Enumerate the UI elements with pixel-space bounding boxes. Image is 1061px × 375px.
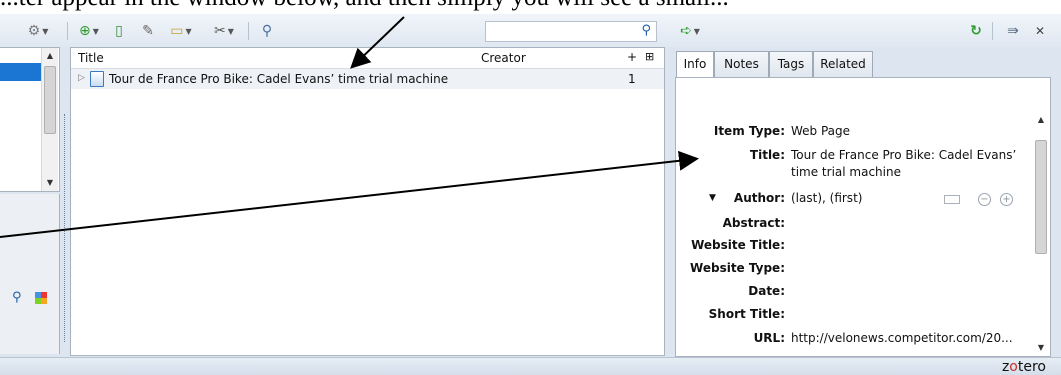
zotero-logo: zotero [1001,359,1046,375]
tag-selector-pane: ⚲ [0,194,60,354]
add-by-identifier-icon[interactable]: ✎ [138,22,158,40]
item-type-value[interactable]: Web Page [791,124,850,138]
table-row[interactable]: ▷ Tour de France Pro Bike: Cadel Evans’ … [71,69,664,89]
title-label: Title: [749,148,785,162]
info-scrollbar[interactable]: ▲ ▼ [1033,112,1050,356]
scroll-thumb[interactable] [44,66,56,134]
advanced-search-icon[interactable]: ⚲ [258,22,276,40]
author-twisty-icon[interactable]: ▼ [709,193,716,203]
date-label[interactable]: Date: [748,284,785,298]
info-panel: Item Type: Web Page Title: Tour de Franc… [675,77,1051,357]
title-value-line1[interactable]: Tour de France Pro Bike: Cadel Evans’ [791,148,1016,162]
search-icon: ⚲ [641,23,651,38]
title-value-line2[interactable]: time trial machine [791,165,901,179]
scroll-down-arrow[interactable]: ▼ [1033,340,1049,356]
tab-info[interactable]: Info [676,51,714,78]
toolbar-separator [992,22,993,40]
toolbar-separator [248,22,249,40]
collections-pane: ▲ ▼ [0,47,60,192]
item-type-label: Item Type: [713,124,785,138]
new-item-icon[interactable]: ▯ [110,22,128,40]
close-icon[interactable]: ✕ [1033,22,1047,40]
scroll-down-arrow[interactable]: ▼ [42,175,58,191]
scroll-up-arrow[interactable]: ▲ [1033,112,1049,128]
tab-notes[interactable]: Notes [714,51,769,77]
expand-twisty-icon[interactable]: ▷ [78,73,85,83]
toolbar-separator [67,22,68,40]
item-pane: Info Notes Tags Related Item Type: Web P… [670,47,1061,357]
left-splitter[interactable] [64,114,65,342]
new-note-icon[interactable]: ▭ ▼ [166,22,196,40]
document-caption: ...ter appear in the window below, and t… [0,0,1061,15]
add-creator-icon[interactable]: + [1000,193,1013,206]
url-value[interactable]: http://velonews.competitor.com/20... [791,331,1013,345]
item-attachment-count: 1 [628,72,636,86]
gear-icon[interactable]: ⚙ ▼ [24,22,52,40]
scroll-thumb[interactable] [1035,140,1047,254]
field-mode-switch-icon[interactable] [944,195,960,204]
zotero-pane: ⚙ ▼ ⊕ ▼ ▯ ✎ ▭ ▼ ✂ ▼ ⚲ ⚲ ➪ ▼ ↻ ⇛ ✕ ▲ ▼ ⚲ Title [0,14,1061,375]
web-page-icon [90,71,104,87]
toolbar: ⚙ ▼ ⊕ ▼ ▯ ✎ ▭ ▼ ✂ ▼ ⚲ ⚲ ➪ ▼ ↻ ⇛ ✕ [0,14,1061,47]
remove-creator-icon[interactable]: − [978,193,991,206]
tag-colors-icon[interactable] [35,292,47,304]
website-title-label[interactable]: Website Title: [691,238,785,252]
website-type-label[interactable]: Website Type: [690,261,785,275]
sync-icon[interactable]: ↻ [968,22,984,40]
new-collection-icon[interactable]: ⊕ ▼ [74,22,104,40]
collections-scrollbar[interactable]: ▲ ▼ [41,48,58,191]
column-picker-icon[interactable]: ⊞ [645,50,654,63]
scroll-up-arrow[interactable]: ▲ [42,48,58,64]
tab-tags[interactable]: Tags [769,51,813,77]
tag-search-icon[interactable]: ⚲ [12,290,22,305]
short-title-label[interactable]: Short Title: [709,307,785,321]
column-attachments[interactable]: + [627,50,637,64]
url-label[interactable]: URL: [754,331,785,345]
column-creator[interactable]: Creator [481,51,526,65]
status-bar: zotero [0,357,1061,375]
author-value[interactable]: (last), (first) [791,191,862,205]
attachment-icon[interactable]: ✂ ▼ [210,22,238,40]
column-title[interactable]: Title [78,51,104,65]
search-input[interactable]: ⚲ [485,21,657,42]
item-title: Tour de France Pro Bike: Cadel Evans’ ti… [109,72,449,86]
items-pane: Title Creator + ⊞ ▷ Tour de France Pro B… [70,47,665,356]
selected-collection[interactable] [0,63,42,81]
abstract-label[interactable]: Abstract: [723,216,785,230]
fullscreen-icon[interactable]: ⇛ [1003,22,1023,40]
tab-related[interactable]: Related [813,51,873,77]
items-column-header: Title Creator + ⊞ [71,48,664,69]
locate-icon[interactable]: ➪ ▼ [676,22,704,40]
author-label[interactable]: Author: [734,191,785,205]
